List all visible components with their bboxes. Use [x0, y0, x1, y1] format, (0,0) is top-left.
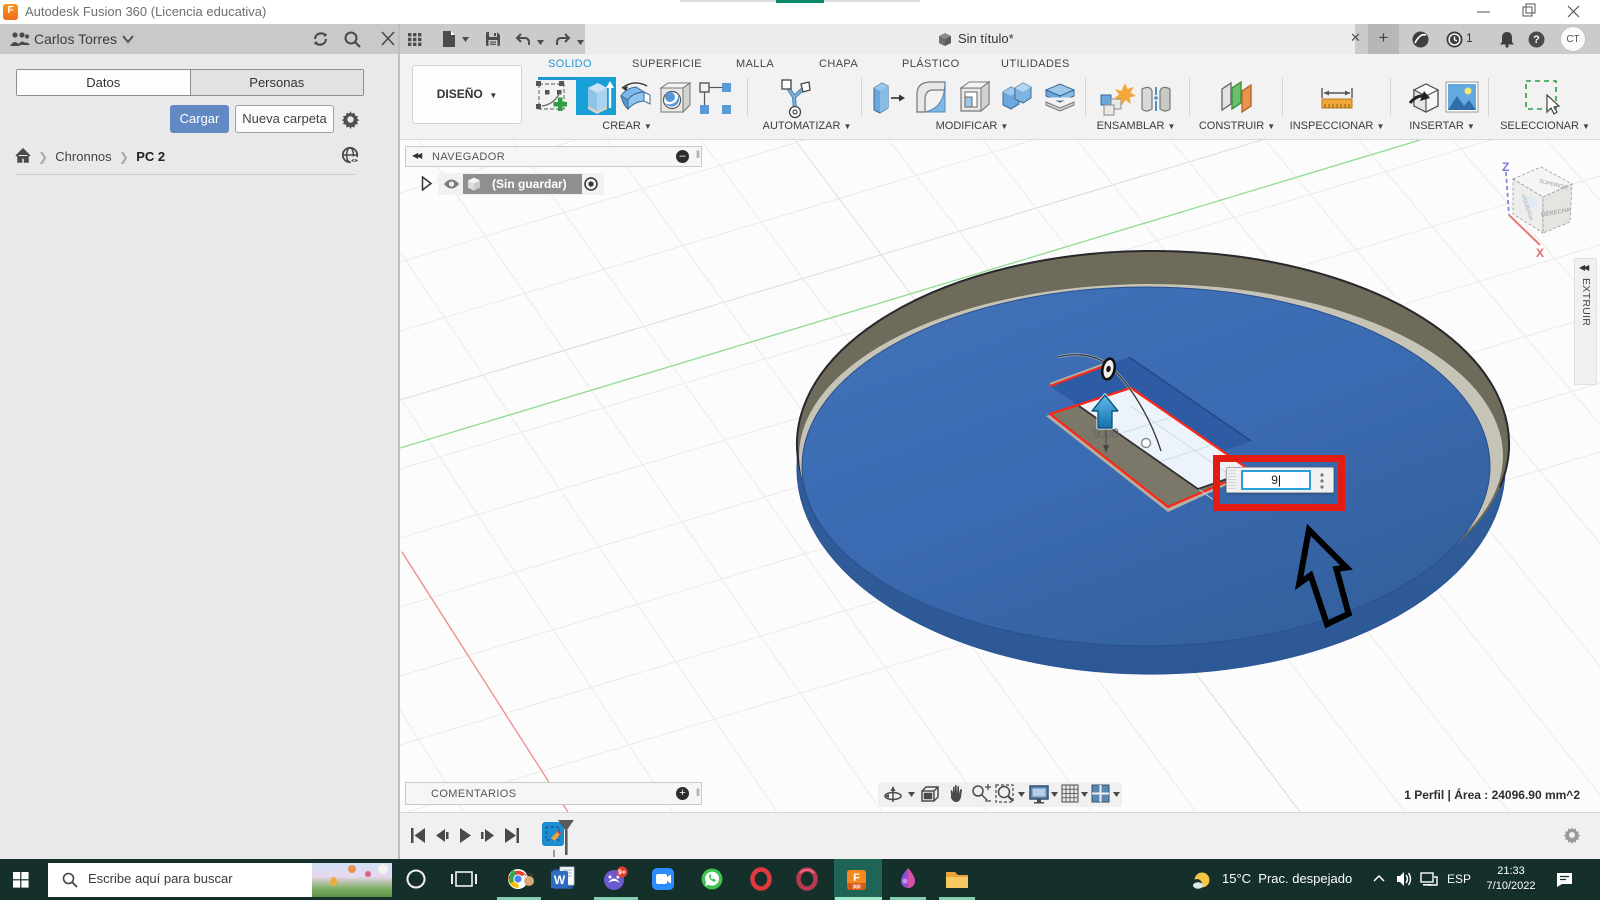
svg-text:X: X [1536, 246, 1544, 260]
svg-text:Z: Z [1502, 160, 1509, 174]
svg-text:?: ? [1533, 34, 1540, 46]
svg-text:360: 360 [852, 885, 861, 891]
svg-text:W: W [554, 873, 566, 887]
svg-text:F: F [853, 872, 860, 884]
svg-text:9+: 9+ [618, 870, 626, 877]
